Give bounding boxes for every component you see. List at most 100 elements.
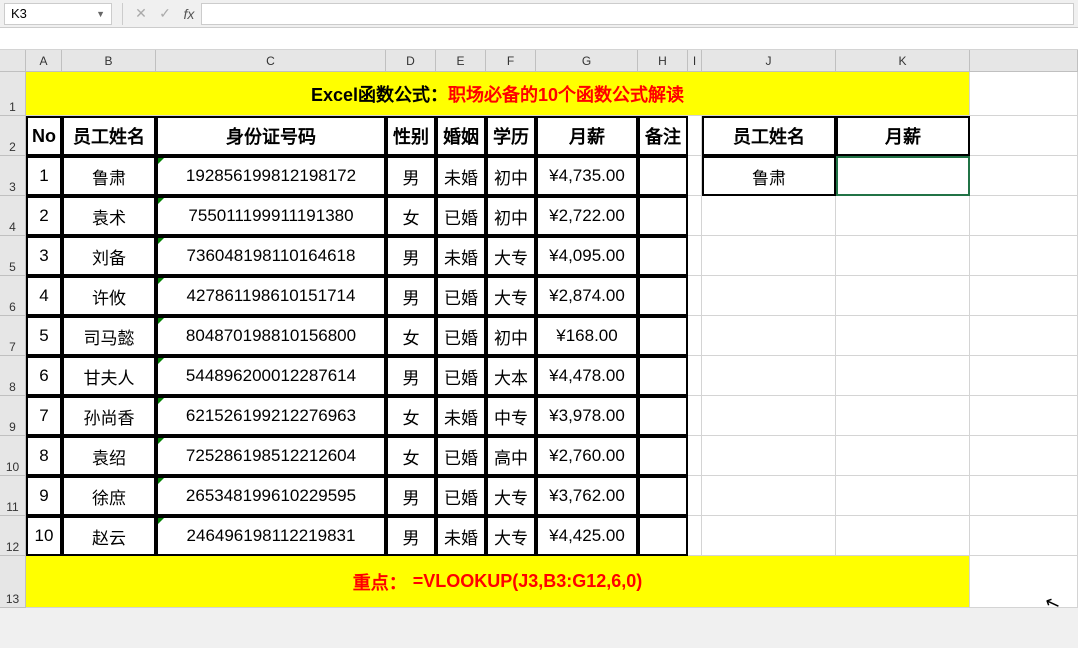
cell[interactable] [970, 116, 1078, 156]
column-header[interactable]: F [486, 50, 536, 72]
cell[interactable]: 女 [386, 316, 436, 356]
header-edu[interactable]: 学历 [486, 116, 536, 156]
header-sex[interactable]: 性别 [386, 116, 436, 156]
cell[interactable]: 已婚 [436, 316, 486, 356]
cell[interactable]: 已婚 [436, 276, 486, 316]
header-remark[interactable]: 备注 [638, 116, 688, 156]
selected-cell-k3[interactable] [836, 156, 970, 196]
cell[interactable] [836, 276, 970, 316]
cell[interactable] [970, 276, 1078, 316]
cell[interactable] [638, 156, 688, 196]
cell[interactable] [970, 196, 1078, 236]
cell[interactable]: 男 [386, 156, 436, 196]
column-header[interactable]: I [688, 50, 702, 72]
cell[interactable]: 已婚 [436, 196, 486, 236]
cell[interactable]: 女 [386, 396, 436, 436]
cell[interactable] [836, 196, 970, 236]
cell[interactable]: 427861198610151714 [156, 276, 386, 316]
cell[interactable]: ¥4,425.00 [536, 516, 638, 556]
cell[interactable] [638, 196, 688, 236]
cell[interactable] [688, 116, 702, 156]
cell[interactable]: 女 [386, 196, 436, 236]
cell[interactable] [688, 276, 702, 316]
cell[interactable]: 初中 [486, 316, 536, 356]
cell[interactable] [970, 516, 1078, 556]
cell[interactable]: 刘备 [62, 236, 156, 276]
cell[interactable] [970, 316, 1078, 356]
cell[interactable] [836, 236, 970, 276]
cell[interactable]: 736048198110164618 [156, 236, 386, 276]
column-header[interactable] [970, 50, 1078, 72]
header-lookup-name[interactable]: 员工姓名 [702, 116, 836, 156]
cell[interactable]: 3 [26, 236, 62, 276]
row-header[interactable]: 12 [0, 516, 26, 556]
cell[interactable] [702, 436, 836, 476]
cell[interactable] [688, 476, 702, 516]
cell[interactable]: 司马懿 [62, 316, 156, 356]
cell[interactable] [638, 476, 688, 516]
column-header[interactable]: K [836, 50, 970, 72]
cell[interactable]: 袁绍 [62, 436, 156, 476]
cell[interactable] [638, 276, 688, 316]
cell[interactable]: 大专 [486, 236, 536, 276]
cell[interactable] [638, 236, 688, 276]
select-all-corner[interactable] [0, 50, 26, 72]
title-banner[interactable]: Excel函数公式： 职场必备的10个函数公式解读 [26, 72, 970, 116]
cell[interactable] [688, 236, 702, 276]
column-header[interactable]: A [26, 50, 62, 72]
cell[interactable]: 2 [26, 196, 62, 236]
row-header[interactable]: 1 [0, 72, 26, 116]
cell[interactable] [970, 156, 1078, 196]
cell[interactable]: 鲁肃 [702, 156, 836, 196]
header-id[interactable]: 身份证号码 [156, 116, 386, 156]
cell[interactable]: 725286198512212604 [156, 436, 386, 476]
cell[interactable] [702, 396, 836, 436]
cell[interactable]: 赵云 [62, 516, 156, 556]
cell[interactable] [702, 516, 836, 556]
cell[interactable]: ¥2,760.00 [536, 436, 638, 476]
cell[interactable] [638, 316, 688, 356]
cell[interactable]: 804870198810156800 [156, 316, 386, 356]
cell[interactable] [702, 476, 836, 516]
cell[interactable]: 女 [386, 436, 436, 476]
cell[interactable]: 男 [386, 356, 436, 396]
row-header[interactable]: 2 [0, 116, 26, 156]
cell[interactable] [970, 476, 1078, 516]
cell[interactable] [702, 196, 836, 236]
cell[interactable]: 中专 [486, 396, 536, 436]
column-header[interactable]: D [386, 50, 436, 72]
cell[interactable]: ¥4,735.00 [536, 156, 638, 196]
cell[interactable]: ¥4,478.00 [536, 356, 638, 396]
cell[interactable] [638, 396, 688, 436]
cell[interactable]: 大专 [486, 276, 536, 316]
cell[interactable] [970, 236, 1078, 276]
cell[interactable]: 孙尚香 [62, 396, 156, 436]
cell[interactable] [970, 436, 1078, 476]
cell[interactable]: 未婚 [436, 516, 486, 556]
cell[interactable]: 大本 [486, 356, 536, 396]
cell[interactable]: 4 [26, 276, 62, 316]
cell[interactable]: 已婚 [436, 436, 486, 476]
cell[interactable] [688, 356, 702, 396]
cell[interactable]: 已婚 [436, 356, 486, 396]
cell[interactable]: 6 [26, 356, 62, 396]
cell[interactable]: 1 [26, 156, 62, 196]
row-header[interactable]: 7 [0, 316, 26, 356]
row-header[interactable]: 10 [0, 436, 26, 476]
cell[interactable]: 甘夫人 [62, 356, 156, 396]
cell[interactable]: 10 [26, 516, 62, 556]
row-header[interactable]: 3 [0, 156, 26, 196]
cell[interactable] [688, 156, 702, 196]
cell[interactable]: 男 [386, 476, 436, 516]
cell[interactable] [836, 396, 970, 436]
cell[interactable] [970, 556, 1078, 608]
cell[interactable]: ¥168.00 [536, 316, 638, 356]
cell[interactable]: 许攸 [62, 276, 156, 316]
cell[interactable]: ¥3,978.00 [536, 396, 638, 436]
row-header[interactable]: 11 [0, 476, 26, 516]
header-marriage[interactable]: 婚姻 [436, 116, 486, 156]
cell[interactable] [970, 396, 1078, 436]
cell[interactable]: ¥4,095.00 [536, 236, 638, 276]
column-header[interactable]: H [638, 50, 688, 72]
footer-banner[interactable]: 重点： =VLOOKUP(J3,B3:G12,6,0) [26, 556, 970, 608]
